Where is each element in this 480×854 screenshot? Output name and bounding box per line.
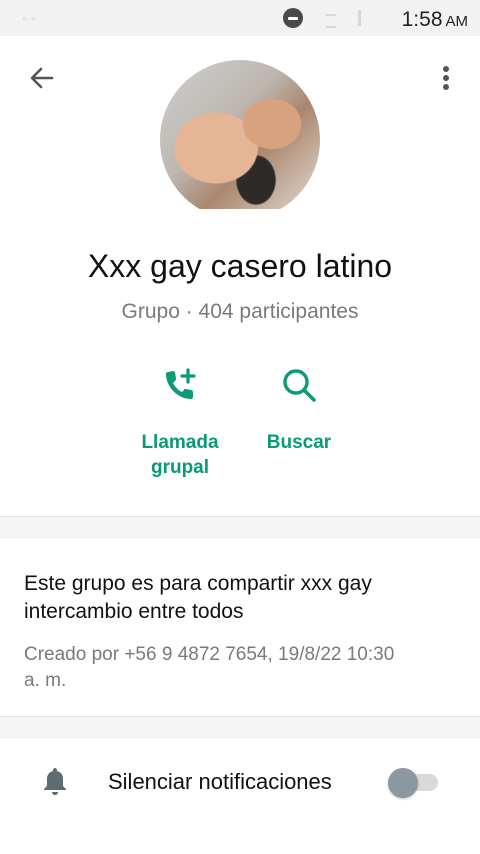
group-call-button[interactable]: Llamada grupal xyxy=(130,366,230,480)
group-call-label-line1: Llamada xyxy=(141,432,219,453)
search-icon xyxy=(283,369,316,402)
do-not-disturb-icon xyxy=(283,8,303,28)
bell-icon xyxy=(44,768,66,795)
status-time-ampm: AM xyxy=(445,13,469,30)
avatar-edge xyxy=(160,209,320,223)
more-vertical-icon-dot xyxy=(443,84,449,90)
group-name: Xxx gay casero latino xyxy=(87,248,393,284)
mute-notifications-label: Silenciar notificaciones xyxy=(108,769,332,794)
search-label: Buscar xyxy=(266,432,332,453)
status-time: 1:58 AM xyxy=(402,8,468,32)
group-description-line2: intercambio entre todos xyxy=(24,600,244,623)
back-button[interactable] xyxy=(26,62,58,94)
group-avatar[interactable] xyxy=(160,60,320,220)
add-call-icon xyxy=(166,368,196,399)
notification-icons: ◦ ◦ xyxy=(22,10,36,26)
section-divider xyxy=(0,516,480,538)
group-call-label: Llamada grupal xyxy=(130,430,230,480)
group-created-line1: Creado por +56 9 4872 7654, 19/8/22 10:3… xyxy=(24,644,395,665)
group-participants: Grupo · 404 participantes xyxy=(121,300,359,323)
more-vertical-icon xyxy=(443,66,449,72)
status-bar: ◦ ◦ 1:58 AM xyxy=(0,0,480,36)
search-button[interactable]: Buscar xyxy=(249,366,349,455)
group-created-line2: a. m. xyxy=(24,670,67,691)
more-vertical-icon-dot xyxy=(443,75,449,81)
more-options-button[interactable] xyxy=(434,62,458,94)
mute-notifications-row[interactable]: Silenciar notificaciones xyxy=(0,748,480,818)
signal-icon xyxy=(326,14,336,28)
toggle-thumb xyxy=(388,768,418,798)
group-description-line1: Este grupo es para compartir xxx gay xyxy=(24,572,372,595)
battery-icon xyxy=(358,10,361,26)
group-created-info: Creado por +56 9 4872 7654, 19/8/22 10:3… xyxy=(24,642,454,694)
section-divider xyxy=(0,716,480,738)
mute-notifications-toggle[interactable] xyxy=(388,768,440,798)
group-description[interactable]: Este grupo es para compartir xxx gay int… xyxy=(24,570,454,626)
group-call-label-line2: grupal xyxy=(150,457,210,478)
arrow-back-icon xyxy=(30,67,54,89)
status-time-value: 1:58 xyxy=(401,8,443,31)
